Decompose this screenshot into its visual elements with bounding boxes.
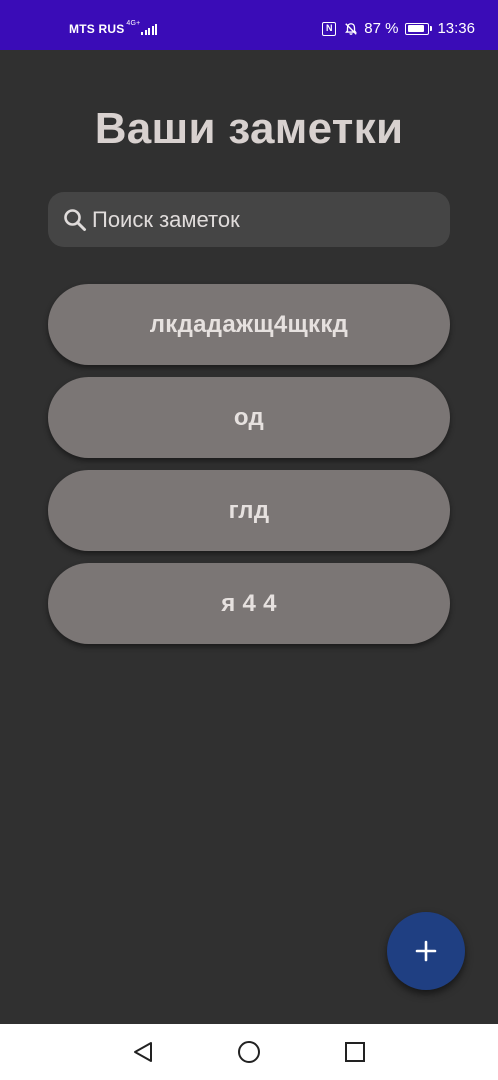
battery-charging-icon bbox=[405, 22, 433, 35]
note-item[interactable]: лкдадажщ4щккд bbox=[48, 284, 450, 365]
note-title: я 4 4 bbox=[221, 589, 277, 617]
bell-off-icon bbox=[345, 22, 358, 35]
battery-fill bbox=[407, 25, 425, 32]
plus-icon bbox=[415, 940, 437, 962]
status-right: N 87 % 13:36 bbox=[322, 20, 475, 37]
carrier-label: MTS RUS bbox=[69, 22, 125, 36]
page-title: Ваши заметки bbox=[94, 104, 404, 153]
status-left: MTS RUS 4G+ bbox=[69, 19, 158, 36]
back-icon[interactable] bbox=[131, 1040, 155, 1064]
search-input[interactable] bbox=[92, 206, 422, 233]
clock: 13:36 bbox=[437, 20, 475, 37]
status-bar: MTS RUS 4G+ N 87 % 13:36 bbox=[0, 0, 498, 50]
system-nav-bar bbox=[0, 1024, 498, 1080]
note-item[interactable]: глд bbox=[48, 470, 450, 551]
add-note-button[interactable] bbox=[387, 912, 465, 990]
app-screen: MTS RUS 4G+ N 87 % 13:36 Ваши заметки По… bbox=[0, 0, 498, 1080]
nfc-icon: N bbox=[322, 21, 337, 36]
signal-icon bbox=[141, 23, 158, 35]
notes-list: лкдадажщ4щккд од глд я 4 4 bbox=[48, 284, 450, 656]
note-item[interactable]: я 4 4 bbox=[48, 563, 450, 644]
network-type-label: 4G+ bbox=[126, 19, 141, 27]
note-title: лкдадажщ4щккд bbox=[149, 310, 349, 338]
note-title: од bbox=[233, 403, 265, 431]
recent-apps-icon[interactable] bbox=[343, 1040, 367, 1064]
note-title: глд bbox=[228, 496, 270, 524]
home-icon[interactable] bbox=[237, 1040, 261, 1064]
search-icon bbox=[64, 208, 86, 231]
battery-percent: 87 % bbox=[364, 20, 399, 37]
search-bar[interactable] bbox=[48, 192, 450, 247]
note-item[interactable]: од bbox=[48, 377, 450, 458]
